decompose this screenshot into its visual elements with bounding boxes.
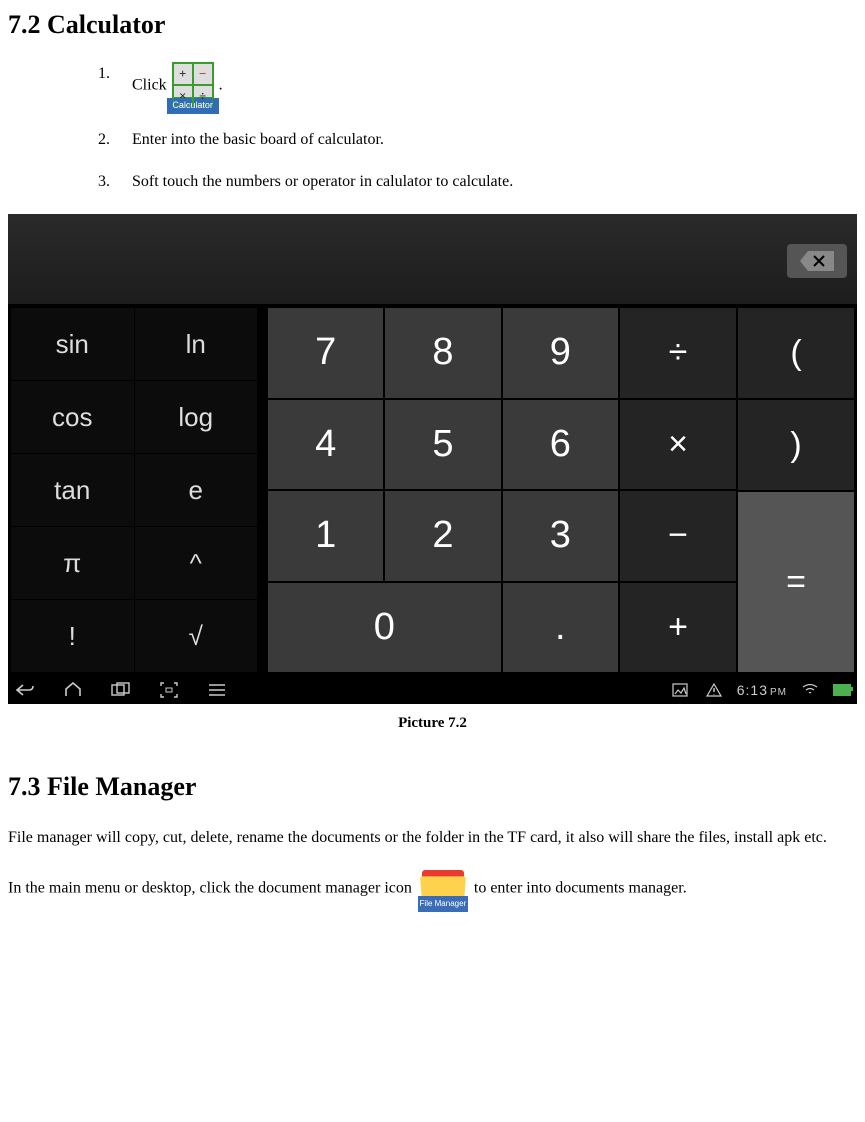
step-number: 3. (98, 170, 110, 194)
picture-status-icon (669, 679, 691, 701)
step-text-post: . (219, 77, 223, 94)
digit-7[interactable]: 7 (268, 308, 383, 398)
calculator-steps: 1. Click +− ×÷ Calculator . 2. Enter int… (98, 62, 857, 194)
paren-pad: ( ) = (738, 308, 854, 672)
calculator-app-icon: +− ×÷ Calculator (167, 62, 219, 114)
step-number: 1. (98, 62, 110, 86)
step-text: Enter into the basic board of calculator… (132, 131, 384, 148)
file-manager-intro: File manager will copy, cut, delete, ren… (8, 824, 857, 852)
calculator-app-icon-label: Calculator (167, 98, 219, 114)
plus-button[interactable]: + (620, 583, 736, 673)
log-button[interactable]: log (135, 381, 258, 453)
home-icon[interactable] (62, 679, 84, 701)
digit-4[interactable]: 4 (268, 400, 383, 490)
digit-8[interactable]: 8 (385, 308, 500, 398)
cos-button[interactable]: cos (11, 381, 134, 453)
step-3: 3. Soft touch the numbers or operator in… (98, 170, 857, 194)
minus-button[interactable]: − (620, 491, 736, 581)
multiply-button[interactable]: × (620, 400, 736, 490)
open-paren-button[interactable]: ( (738, 308, 854, 398)
screenshot-icon[interactable] (158, 679, 180, 701)
decimal-point[interactable]: . (503, 583, 618, 673)
wifi-status-icon (799, 679, 821, 701)
backspace-button[interactable] (787, 244, 847, 278)
digit-9[interactable]: 9 (503, 308, 618, 398)
digit-3[interactable]: 3 (503, 491, 618, 581)
divide-button[interactable]: ÷ (620, 308, 736, 398)
menu-icon[interactable] (206, 679, 228, 701)
p2-post: to enter into documents manager. (470, 880, 687, 897)
back-icon[interactable] (14, 679, 36, 701)
recent-apps-icon[interactable] (110, 679, 132, 701)
step-number: 2. (98, 128, 110, 152)
picture-7-2-caption: Picture 7.2 (8, 715, 857, 732)
digit-1[interactable]: 1 (268, 491, 383, 581)
e-button[interactable]: e (135, 454, 258, 526)
calculator-screenshot: sin ln cos log tan e π ^ ! √ 7 8 9 4 5 6… (8, 214, 857, 703)
equals-button[interactable]: = (738, 492, 854, 672)
status-time-value: 6:13 (737, 682, 768, 698)
factorial-button[interactable]: ! (11, 600, 134, 672)
p2-pre: In the main menu or desktop, click the d… (8, 880, 416, 897)
section-7-2-title: 7.2 Calculator (8, 10, 857, 40)
close-paren-button[interactable]: ) (738, 400, 854, 490)
file-manager-app-icon: File Manager (418, 866, 468, 912)
operator-pad: ÷ × − + (620, 308, 736, 672)
digit-6[interactable]: 6 (503, 400, 618, 490)
status-time-suffix: PM (770, 687, 787, 698)
status-time: 6:13PM (737, 682, 787, 698)
calculator-body: sin ln cos log tan e π ^ ! √ 7 8 9 4 5 6… (8, 305, 857, 675)
sqrt-button[interactable]: √ (135, 600, 258, 672)
digit-2[interactable]: 2 (385, 491, 500, 581)
power-button[interactable]: ^ (135, 527, 258, 599)
scientific-pad: sin ln cos log tan e π ^ ! √ (8, 305, 260, 675)
file-manager-icon-label: File Manager (418, 896, 468, 912)
step-text-pre: Click (132, 77, 167, 94)
sin-button[interactable]: sin (11, 308, 134, 380)
battery-status-icon (833, 684, 851, 696)
step-2: 2. Enter into the basic board of calcula… (98, 128, 857, 152)
warning-status-icon (703, 679, 725, 701)
backspace-icon (800, 251, 834, 271)
numeric-pad-wrap: 7 8 9 4 5 6 1 2 3 0 . ÷ × − + ( ) = (260, 305, 857, 675)
android-nav-bar: 6:13PM (8, 675, 857, 704)
step-1: 1. Click +− ×÷ Calculator . (98, 62, 857, 110)
section-7-3-title: 7.3 File Manager (8, 772, 857, 802)
pi-button[interactable]: π (11, 527, 134, 599)
tan-button[interactable]: tan (11, 454, 134, 526)
digit-0[interactable]: 0 (268, 583, 501, 673)
numeric-pad: 7 8 9 4 5 6 1 2 3 0 . (268, 308, 618, 672)
digit-5[interactable]: 5 (385, 400, 500, 490)
ln-button[interactable]: ln (135, 308, 258, 380)
step-text: Soft touch the numbers or operator in ca… (132, 173, 513, 190)
calculator-display (8, 214, 857, 305)
file-manager-howto: In the main menu or desktop, click the d… (8, 866, 857, 912)
